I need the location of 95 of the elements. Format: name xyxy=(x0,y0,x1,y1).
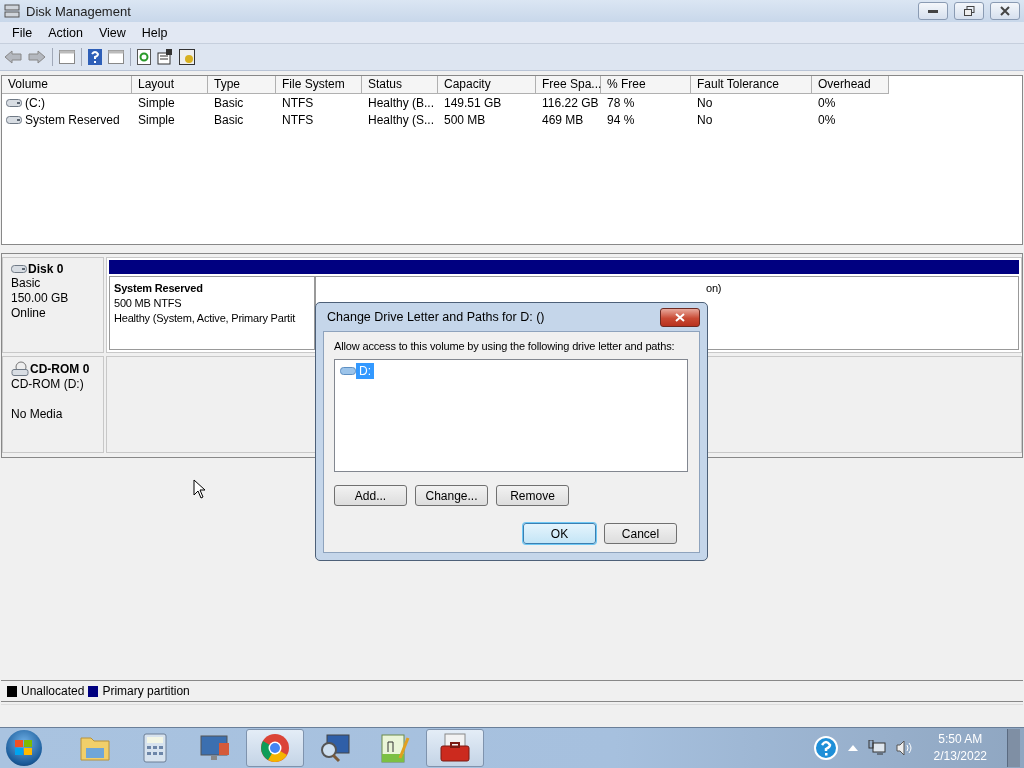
column-header[interactable]: Status xyxy=(362,76,438,94)
network-icon[interactable] xyxy=(867,740,886,756)
four-squares-logo-icon xyxy=(15,740,33,756)
drive-icon xyxy=(340,366,356,376)
disk-info: No Media xyxy=(11,407,64,422)
partition-info: on) xyxy=(706,281,722,296)
disk-name: Disk 0 xyxy=(28,262,64,276)
partition-info: Healthy (System, Active, Primary Partit xyxy=(114,311,296,326)
table-cell-text: Simple xyxy=(137,112,176,127)
table-cell-text: Healthy (B... xyxy=(367,95,436,110)
partition[interactable]: System Reserved 500 MB NTFS Healthy (System, Active, Primary Partit xyxy=(109,276,315,350)
table-cell-text: Basic xyxy=(213,95,245,110)
folder-icon xyxy=(79,734,111,762)
column-header[interactable]: Free Spa... xyxy=(536,76,601,94)
restore-button[interactable] xyxy=(954,2,984,20)
table-cell-text: NTFS xyxy=(281,95,315,110)
table-cell-text: Basic xyxy=(213,112,245,127)
dialog-title: Change Drive Letter and Paths for D: () xyxy=(327,310,545,324)
close-button[interactable] xyxy=(660,307,700,327)
dialog-button[interactable]: OK xyxy=(523,523,596,544)
browser-icon xyxy=(260,733,290,763)
legend-label: Primary partition xyxy=(102,684,190,698)
pointer-cursor-icon xyxy=(193,479,206,499)
action-button[interactable]: Add... xyxy=(334,485,407,506)
help-icon[interactable] xyxy=(813,736,838,760)
disk-label-panel[interactable]: CD-ROM 0 CD-ROM (D:) No Media xyxy=(2,356,104,453)
menu-item[interactable]: Action xyxy=(40,25,91,40)
table-cell-text: No xyxy=(696,95,714,110)
column-header[interactable]: Type xyxy=(208,76,276,94)
taskbar-button[interactable] xyxy=(426,729,484,767)
window-title: Disk Management xyxy=(26,3,132,19)
close-icon xyxy=(1000,6,1010,16)
column-header[interactable]: Volume xyxy=(2,76,132,94)
partition-info: System Reserved xyxy=(114,281,203,296)
disk-name: CD-ROM 0 xyxy=(30,362,90,376)
disk-info: 150.00 GB xyxy=(11,291,70,306)
table-cell-text: 94 % xyxy=(606,112,636,127)
table-cell: (C:) xyxy=(25,95,45,110)
partition-info: 500 MB NTFS xyxy=(114,296,182,311)
drive-icon xyxy=(6,114,22,125)
column-header[interactable]: File System xyxy=(276,76,362,94)
disk-info: Basic xyxy=(11,276,42,291)
disk-info: Online xyxy=(11,306,47,321)
cd-drive-icon xyxy=(11,361,29,377)
table-cell-text: 0% xyxy=(817,95,837,110)
legend-label: Unallocated xyxy=(21,684,85,698)
menu-item[interactable]: View xyxy=(90,25,134,40)
drive-icon xyxy=(6,97,22,108)
table-cell-text: 469 MB xyxy=(541,112,585,127)
back-arrow-icon[interactable] xyxy=(4,50,22,64)
table-cell-text: 149.51 GB xyxy=(443,95,503,110)
menu-item[interactable]: File xyxy=(4,25,41,40)
properties-icon[interactable] xyxy=(157,49,173,65)
table-cell-text: 78 % xyxy=(606,95,636,110)
panel-icon[interactable] xyxy=(59,50,75,64)
start-button[interactable] xyxy=(6,730,42,766)
table-cell-text: Simple xyxy=(137,95,176,110)
table-cell-text: No xyxy=(696,112,714,127)
speaker-icon[interactable] xyxy=(895,740,914,756)
minimize-button[interactable] xyxy=(918,2,948,20)
table-cell-text: 116.22 GB xyxy=(541,95,600,110)
disk-label-panel[interactable]: Disk 0 Basic 150.00 GB Online xyxy=(2,257,104,353)
restore-icon xyxy=(963,6,975,16)
help-icon[interactable] xyxy=(88,49,102,65)
column-header[interactable]: Overhead xyxy=(812,76,889,94)
column-header[interactable]: Layout xyxy=(132,76,208,94)
close-button[interactable] xyxy=(990,2,1020,20)
column-header[interactable]: Capacity xyxy=(438,76,536,94)
disk-info: CD-ROM (D:) xyxy=(11,377,85,392)
notepad-icon xyxy=(380,732,410,764)
calculator-icon xyxy=(143,733,167,763)
menu-item[interactable]: Help xyxy=(133,25,176,40)
dialog-button[interactable]: Cancel xyxy=(604,523,677,544)
clock-date: 2/13/2022 xyxy=(933,748,987,765)
refresh-icon[interactable] xyxy=(137,49,151,65)
toolbox-icon xyxy=(439,733,471,763)
table-cell: System Reserved xyxy=(25,112,120,127)
table-cell-text: Healthy (S... xyxy=(367,112,436,127)
clock-time: 5:50 AM xyxy=(938,731,983,748)
table-cell-text: 0% xyxy=(817,112,837,127)
close-icon xyxy=(675,312,685,322)
table-cell-text: 500 MB xyxy=(443,112,487,127)
monitor-icon xyxy=(199,733,231,763)
dialog-prompt: Allow access to this volume by using the following drive letter and paths: xyxy=(334,340,675,352)
action-button[interactable]: Remove xyxy=(496,485,569,506)
minimize-icon xyxy=(928,9,938,13)
column-header[interactable]: Fault Tolerance xyxy=(691,76,812,94)
column-header[interactable]: % Free xyxy=(601,76,691,94)
disk-management-icon xyxy=(4,4,20,18)
drive-icon xyxy=(11,264,27,274)
forward-arrow-icon[interactable] xyxy=(28,50,46,64)
magnifier-icon xyxy=(319,733,351,763)
table-cell-text: NTFS xyxy=(281,112,315,127)
panel-icon[interactable] xyxy=(108,50,124,64)
action-button[interactable]: Change... xyxy=(415,485,488,506)
